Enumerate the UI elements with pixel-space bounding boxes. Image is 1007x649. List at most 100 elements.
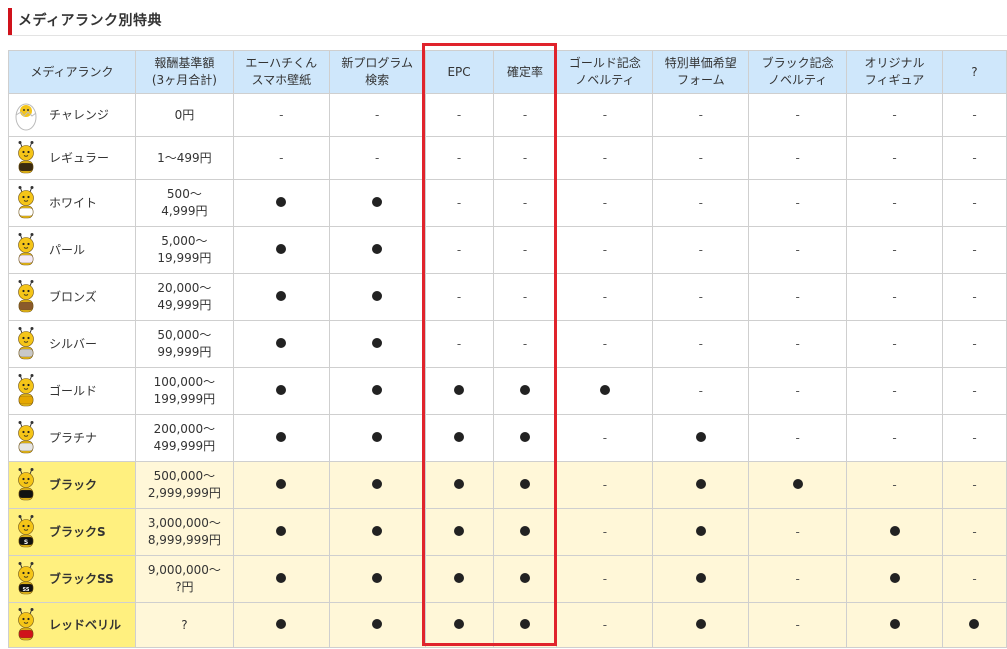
not-available-dash: - (795, 289, 800, 304)
rank-name: プラチナ (49, 430, 98, 445)
available-dot-icon (454, 384, 465, 395)
not-available-dash: - (456, 289, 462, 304)
section-header: メディアランク別特典 (8, 8, 1007, 36)
not-available-dash: - (602, 107, 608, 122)
available-dot-icon (695, 618, 706, 629)
benefit-cell (652, 461, 750, 509)
media-rank-benefits-table: メディアランク 報酬基準額 (3ヶ月合計) エーハチくん スマホ壁紙 新プログラム 検… (8, 50, 1007, 648)
benefit-cell: - (846, 461, 943, 509)
benefit-cell: - (748, 555, 848, 603)
rank-cell: レギュラー (8, 136, 136, 180)
column-header: 特別単価希望 フォーム (652, 50, 750, 94)
not-available-dash: - (698, 242, 703, 257)
available-dot-icon (276, 618, 287, 629)
available-dot-icon (969, 618, 980, 629)
available-dot-icon (599, 384, 610, 395)
reward-range-cell: 100,000〜 199,999円 (134, 367, 234, 415)
not-available-dash: - (602, 430, 608, 445)
not-available-dash: - (456, 242, 462, 257)
rank-name: チャレンジ (49, 107, 109, 122)
available-dot-icon (372, 337, 383, 348)
benefit-cell (492, 414, 558, 462)
not-available-dash: - (972, 477, 977, 492)
reward-range-cell: 0円 (134, 93, 234, 137)
benefit-cell (328, 226, 426, 274)
column-header: 確定率 (492, 50, 558, 94)
column-header: ? (941, 50, 1007, 94)
available-dot-icon (372, 478, 383, 489)
column-header: EPC (424, 50, 494, 94)
not-available-dash: - (795, 336, 800, 351)
rank-cell: シルバー (8, 320, 136, 368)
benefit-cell: - (748, 367, 848, 415)
rank-cell: プラチナ (8, 414, 136, 462)
rank-name: ブラック (49, 477, 98, 492)
rank-cell: ホワイト (8, 179, 136, 227)
benefit-cell (424, 602, 494, 648)
column-header: 報酬基準額 (3ヶ月合計) (134, 50, 234, 94)
table-row: SS ブラックSS 9,000,000〜 ?円 - - - (8, 555, 1007, 603)
not-available-dash: - (795, 617, 800, 632)
benefit-cell (232, 555, 330, 603)
available-dot-icon (520, 572, 530, 583)
available-dot-icon (372, 290, 383, 301)
not-available-dash: - (602, 150, 608, 165)
not-available-dash: - (795, 430, 800, 445)
benefit-cell: - (232, 136, 330, 180)
svg-text:S: S (24, 539, 28, 546)
not-available-dash: - (892, 195, 897, 210)
not-available-dash: - (972, 383, 977, 398)
table-row: プラチナ 200,000〜 499,999円 - - - - (8, 414, 1007, 462)
benefit-cell (492, 461, 558, 509)
benefit-cell (232, 273, 330, 321)
not-available-dash: - (602, 571, 608, 586)
not-available-dash: - (972, 336, 977, 351)
table-row: シルバー 50,000〜 99,999円 - - - - - - - (8, 320, 1007, 368)
rank-cell: ゴールド (8, 367, 136, 415)
reward-range-cell: 50,000〜 99,999円 (134, 320, 234, 368)
benefit-cell: - (748, 508, 848, 556)
available-dot-icon (454, 478, 465, 489)
section-title: メディアランク別特典 (18, 13, 163, 29)
benefit-cell (232, 508, 330, 556)
svg-text:SS: SS (23, 587, 30, 593)
benefit-cell (652, 414, 750, 462)
benefit-cell: - (748, 414, 848, 462)
available-dot-icon (454, 618, 465, 629)
rank-name: レギュラー (49, 150, 110, 165)
column-header: メディアランク (8, 50, 136, 94)
benefit-cell: - (846, 414, 943, 462)
available-dot-icon (276, 384, 287, 395)
benefit-cell: - (232, 93, 330, 137)
available-dot-icon (372, 384, 383, 395)
rank-name: ブラックSS (49, 571, 114, 586)
benefit-cell: - (556, 508, 654, 556)
available-dot-icon (372, 243, 383, 254)
not-available-dash: - (375, 107, 380, 122)
available-dot-icon (695, 572, 706, 583)
not-available-dash: - (795, 150, 800, 165)
rank-name: ホワイト (49, 195, 98, 210)
not-available-dash: - (522, 195, 528, 210)
reward-range-cell: 3,000,000〜 8,999,999円 (134, 508, 234, 556)
not-available-dash: - (892, 289, 897, 304)
not-available-dash: - (602, 524, 608, 539)
benefit-cell (492, 508, 558, 556)
not-available-dash: - (522, 289, 528, 304)
reward-range-cell: 500〜 4,999円 (134, 179, 234, 227)
benefit-cell: - (846, 320, 943, 368)
available-dot-icon (276, 525, 287, 536)
benefit-cell: - (652, 273, 750, 321)
benefit-cell: - (424, 273, 494, 321)
benefit-cell: - (424, 179, 494, 227)
available-dot-icon (276, 196, 287, 207)
benefit-cell: - (748, 93, 848, 137)
benefit-cell: - (846, 226, 943, 274)
column-header: ゴールド記念 ノベルティ (556, 50, 654, 94)
benefit-cell: - (492, 179, 558, 227)
benefit-cell (328, 602, 426, 648)
not-available-dash: - (456, 195, 462, 210)
available-dot-icon (454, 431, 465, 442)
benefit-cell: - (941, 226, 1007, 274)
available-dot-icon (372, 196, 383, 207)
